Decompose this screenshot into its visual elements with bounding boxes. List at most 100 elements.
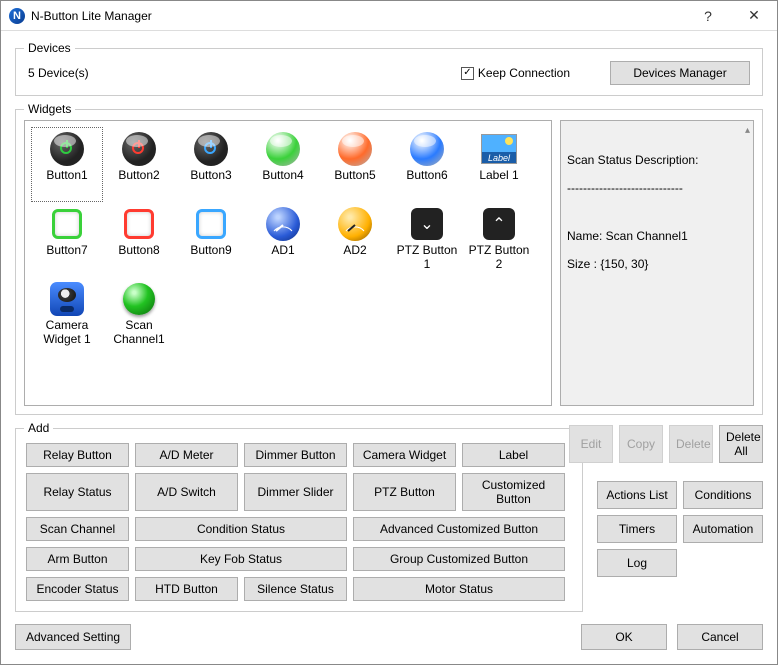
widget-item[interactable]: Scan Channel1 [103, 277, 175, 352]
ok-button[interactable]: OK [581, 624, 667, 650]
widget-list[interactable]: Button1 Button2 Button3 Button4 Button5 Butto… [24, 120, 552, 406]
add-silence-status-button[interactable]: Silence Status [244, 577, 347, 601]
desc-size: Size : {150, 30} [567, 257, 747, 271]
close-button[interactable]: ✕ [731, 1, 777, 31]
widget-description-panel: ▴ Scan Status Description: -------------… [560, 120, 754, 406]
app-icon: N [9, 8, 25, 24]
titlebar: N N-Button Lite Manager ? ✕ [1, 1, 777, 31]
timers-button[interactable]: Timers [597, 515, 677, 543]
widget-label: Button7 [46, 244, 87, 258]
gauge-icon [265, 206, 301, 242]
widget-item[interactable]: Button3 [175, 127, 247, 202]
automation-button[interactable]: Automation [683, 515, 763, 543]
add-advanced-customized-button-button[interactable]: Advanced Customized Button [353, 517, 565, 541]
add-customized-button-button[interactable]: Customized Button [462, 473, 565, 511]
dome-button-icon [265, 131, 301, 167]
delete-all-button[interactable]: Delete All [719, 425, 763, 463]
widget-item[interactable]: Button1 [31, 127, 103, 202]
widget-item[interactable]: AD1 [247, 202, 319, 277]
widget-item[interactable]: Button9 [175, 202, 247, 277]
widget-item[interactable]: Button6 [391, 127, 463, 202]
dome-button-icon [337, 131, 373, 167]
widget-item[interactable]: AD2 [319, 202, 391, 277]
delete-button[interactable]: Delete [669, 425, 713, 463]
devices-legend: Devices [24, 41, 75, 55]
widget-label: Button1 [46, 169, 87, 183]
add-a-d-switch-button[interactable]: A/D Switch [135, 473, 238, 511]
add-dimmer-button-button[interactable]: Dimmer Button [244, 443, 347, 467]
devices-group: Devices 5 Device(s) ✓ Keep Connection De… [15, 41, 763, 96]
actions-list-button[interactable]: Actions List [597, 481, 677, 509]
conditions-button[interactable]: Conditions [683, 481, 763, 509]
widget-label: Button6 [406, 169, 447, 183]
widget-item[interactable]: Button2 [103, 127, 175, 202]
widget-item[interactable]: Button7 [31, 202, 103, 277]
cancel-button[interactable]: Cancel [677, 624, 763, 650]
scroll-up-icon[interactable]: ▴ [745, 125, 750, 136]
advanced-setting-button[interactable]: Advanced Setting [15, 624, 131, 650]
widget-label: Label 1 [479, 169, 518, 183]
widget-label: Button4 [262, 169, 303, 183]
add-group: Add Relay ButtonA/D MeterDimmer ButtonCa… [15, 421, 583, 612]
add-group-customized-button-button[interactable]: Group Customized Button [353, 547, 565, 571]
square-button-icon [49, 206, 85, 242]
widget-label: Button2 [118, 169, 159, 183]
add-dimmer-slider-button[interactable]: Dimmer Slider [244, 473, 347, 511]
ptz-arrow-icon: ⌃ [481, 206, 517, 242]
widgets-legend: Widgets [24, 102, 75, 116]
log-button[interactable]: Log [597, 549, 677, 577]
widget-label: Button3 [190, 169, 231, 183]
widget-item[interactable]: Label Label 1 [463, 127, 535, 202]
desc-separator: ----------------------------- [567, 181, 747, 195]
widget-label: Scan Channel1 [106, 319, 172, 347]
widget-label: PTZ Button 2 [466, 244, 532, 272]
widget-label: AD2 [343, 244, 366, 258]
add-scan-channel-button[interactable]: Scan Channel [26, 517, 129, 541]
widget-item[interactable]: ⌃PTZ Button 2 [463, 202, 535, 277]
power-button-icon [49, 131, 85, 167]
square-button-icon [193, 206, 229, 242]
desc-name: Name: Scan Channel1 [567, 229, 747, 243]
widget-label: PTZ Button 1 [394, 244, 460, 272]
add-ptz-button-button[interactable]: PTZ Button [353, 473, 456, 511]
copy-button[interactable]: Copy [619, 425, 663, 463]
add-key-fob-status-button[interactable]: Key Fob Status [135, 547, 347, 571]
add-motor-status-button[interactable]: Motor Status [353, 577, 565, 601]
status-ball-icon [121, 281, 157, 317]
keep-connection-checkbox[interactable]: ✓ Keep Connection [461, 66, 570, 80]
widget-item[interactable]: ⌄PTZ Button 1 [391, 202, 463, 277]
widget-label: AD1 [271, 244, 294, 258]
desc-header: Scan Status Description: [567, 153, 747, 167]
camera-icon [49, 281, 85, 317]
dome-button-icon [409, 131, 445, 167]
add-arm-button-button[interactable]: Arm Button [26, 547, 129, 571]
ptz-arrow-icon: ⌄ [409, 206, 445, 242]
widget-item[interactable]: Camera Widget 1 [31, 277, 103, 352]
label-icon: Label [481, 131, 517, 167]
widget-item[interactable]: Button4 [247, 127, 319, 202]
widget-label: Button9 [190, 244, 231, 258]
add-camera-widget-button[interactable]: Camera Widget [353, 443, 456, 467]
gauge-icon [337, 206, 373, 242]
power-button-icon [121, 131, 157, 167]
add-a-d-meter-button[interactable]: A/D Meter [135, 443, 238, 467]
add-relay-status-button[interactable]: Relay Status [26, 473, 129, 511]
devices-manager-button[interactable]: Devices Manager [610, 61, 750, 85]
widget-label: Button5 [334, 169, 375, 183]
add-relay-button-button[interactable]: Relay Button [26, 443, 129, 467]
add-htd-button-button[interactable]: HTD Button [135, 577, 238, 601]
keep-connection-label: Keep Connection [478, 66, 570, 80]
widget-item[interactable]: Button8 [103, 202, 175, 277]
edit-button[interactable]: Edit [569, 425, 613, 463]
add-label-button[interactable]: Label [462, 443, 565, 467]
square-button-icon [121, 206, 157, 242]
help-button[interactable]: ? [685, 1, 731, 31]
add-legend: Add [24, 421, 53, 435]
window-title: N-Button Lite Manager [31, 9, 685, 23]
widget-item[interactable]: Button5 [319, 127, 391, 202]
check-icon: ✓ [461, 67, 474, 80]
add-encoder-status-button[interactable]: Encoder Status [26, 577, 129, 601]
add-condition-status-button[interactable]: Condition Status [135, 517, 347, 541]
device-count: 5 Device(s) [28, 66, 89, 80]
widgets-group: Widgets Button1Button2Button3Button4Butt… [15, 102, 763, 415]
